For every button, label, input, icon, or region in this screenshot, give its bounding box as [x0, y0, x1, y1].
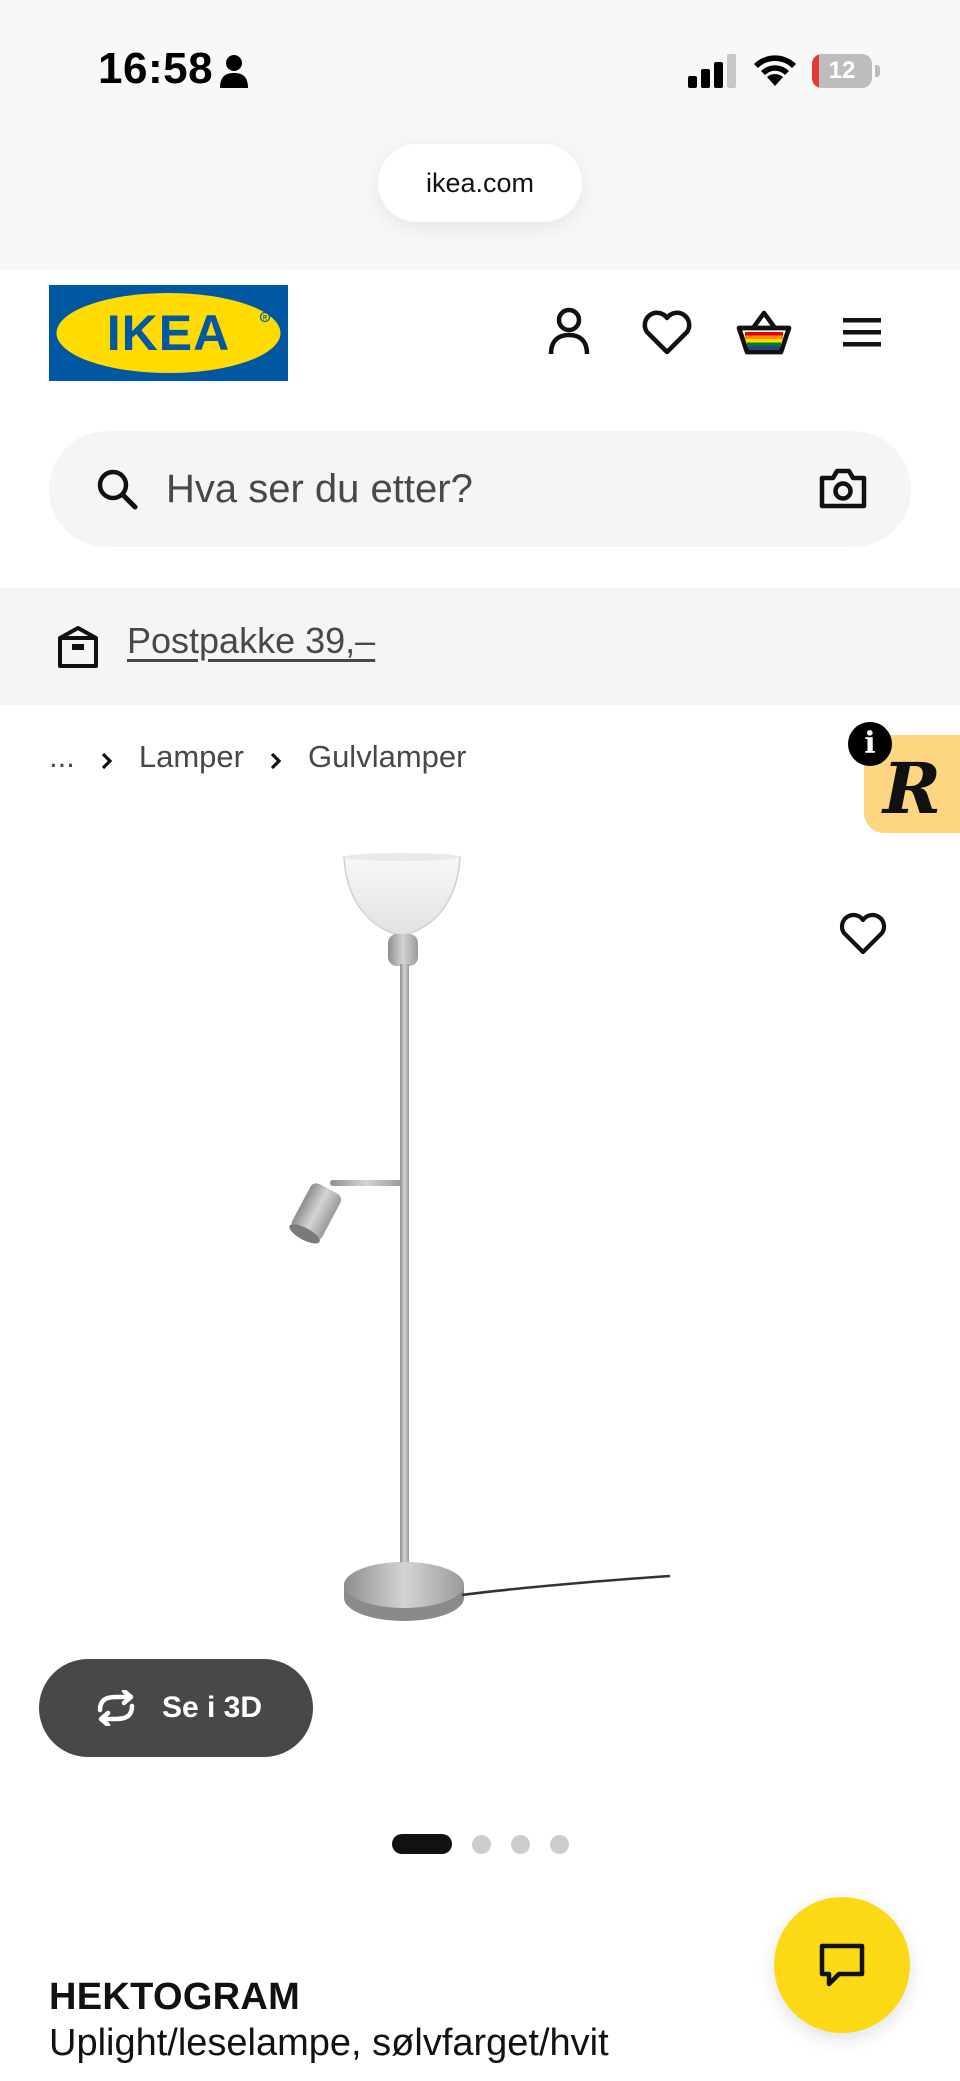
- search-icon[interactable]: [94, 466, 140, 512]
- search-input[interactable]: [166, 458, 786, 520]
- heart-icon[interactable]: [637, 302, 697, 362]
- promo-link[interactable]: Postpakke 39,–: [127, 620, 375, 662]
- logo-text: IKEA: [107, 305, 230, 361]
- carousel-dot[interactable]: [392, 1834, 452, 1854]
- view-in-3d-button[interactable]: Se i 3D: [39, 1659, 313, 1757]
- carousel-dot[interactable]: [472, 1834, 491, 1854]
- battery-icon: 12: [812, 54, 880, 88]
- info-icon[interactable]: i: [848, 722, 892, 766]
- chevron-right-icon: [95, 745, 119, 770]
- product-name: HEKTOGRAM: [49, 1976, 301, 2018]
- shopping-bag-icon[interactable]: [734, 302, 794, 362]
- product-image-floor-lamp[interactable]: [240, 840, 700, 1790]
- breadcrumb-ellipsis[interactable]: ...: [49, 739, 75, 775]
- chat-button[interactable]: [774, 1897, 910, 2033]
- breadcrumb-item-lamper[interactable]: Lamper: [139, 739, 244, 775]
- chat-bubble-icon: [819, 1943, 865, 1987]
- user-icon[interactable]: [539, 302, 599, 362]
- status-bar: [0, 0, 960, 270]
- carousel-dot[interactable]: [511, 1834, 530, 1854]
- ikea-logo[interactable]: IKEA R: [49, 285, 288, 381]
- carousel-dot[interactable]: [550, 1834, 569, 1854]
- breadcrumb-item-gulvlamper[interactable]: Gulvlamper: [308, 739, 467, 775]
- chevron-right-icon: [264, 745, 288, 770]
- product-description: Uplight/leselampe, sølvfarget/hvit: [49, 2022, 609, 2064]
- view-in-3d-label: Se i 3D: [161, 1691, 263, 1724]
- add-to-favourites-heart-icon[interactable]: [836, 906, 890, 960]
- svg-text:R: R: [881, 747, 941, 830]
- camera-icon[interactable]: [818, 466, 868, 512]
- image-carousel-indicator: [392, 1834, 569, 1854]
- rotate-3d-icon: [90, 1688, 142, 1728]
- svg-text:R: R: [263, 316, 268, 322]
- parcel-box-icon: [56, 622, 100, 670]
- menu-icon[interactable]: [832, 302, 892, 362]
- wifi-icon: [752, 50, 798, 88]
- person-icon: [220, 54, 248, 88]
- breadcrumb: ... Lamper Gulvlamper: [49, 735, 466, 779]
- battery-percent: 12: [828, 57, 856, 84]
- address-bar[interactable]: ikea.com: [378, 144, 582, 222]
- signal-icon: [688, 54, 738, 88]
- status-time: 16:58: [98, 44, 214, 93]
